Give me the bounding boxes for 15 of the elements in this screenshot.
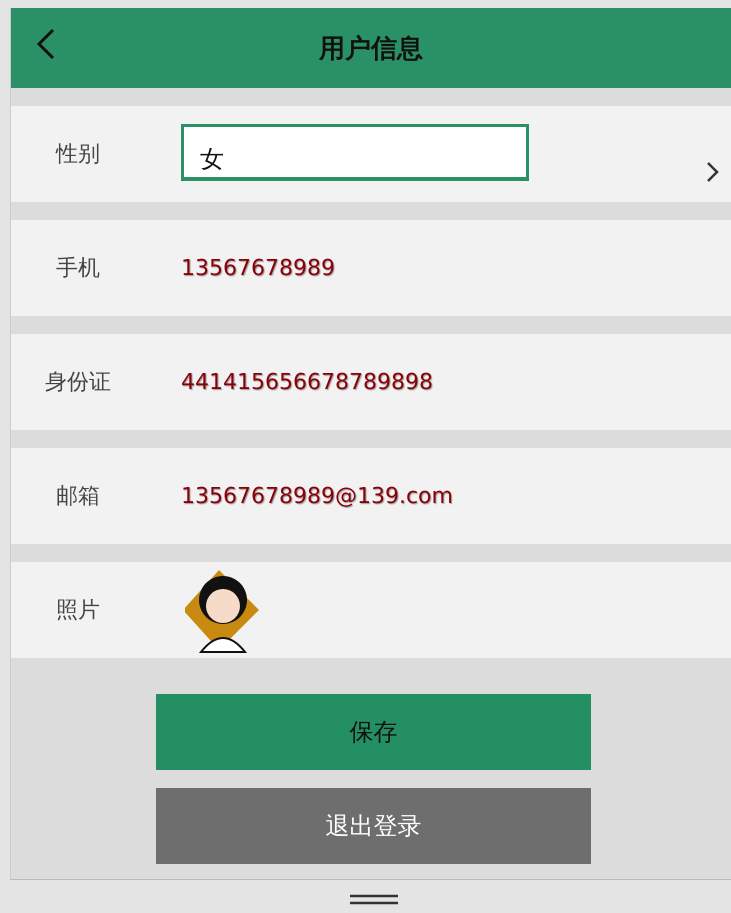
field-value: 441415656678789898 [181,370,433,394]
field-value: 13567678989@139.com [181,484,453,508]
field-value: 13567678989 [181,256,335,280]
field-label: 手机 [55,255,101,283]
drag-handle-icon[interactable] [350,893,398,905]
page-title: 用户信息 [319,32,423,66]
field-label: 性别 [54,141,101,169]
field-label: 身份证 [44,369,112,397]
field-label: 邮箱 [55,483,101,511]
save-button[interactable]: 保存 [156,694,591,770]
logout-button[interactable]: 退出登录 [156,788,591,864]
gender-field[interactable]: 女 [181,124,529,180]
chevron-right-icon[interactable] [706,160,720,184]
back-icon[interactable] [36,28,56,60]
field-label: 照片 [55,597,101,625]
